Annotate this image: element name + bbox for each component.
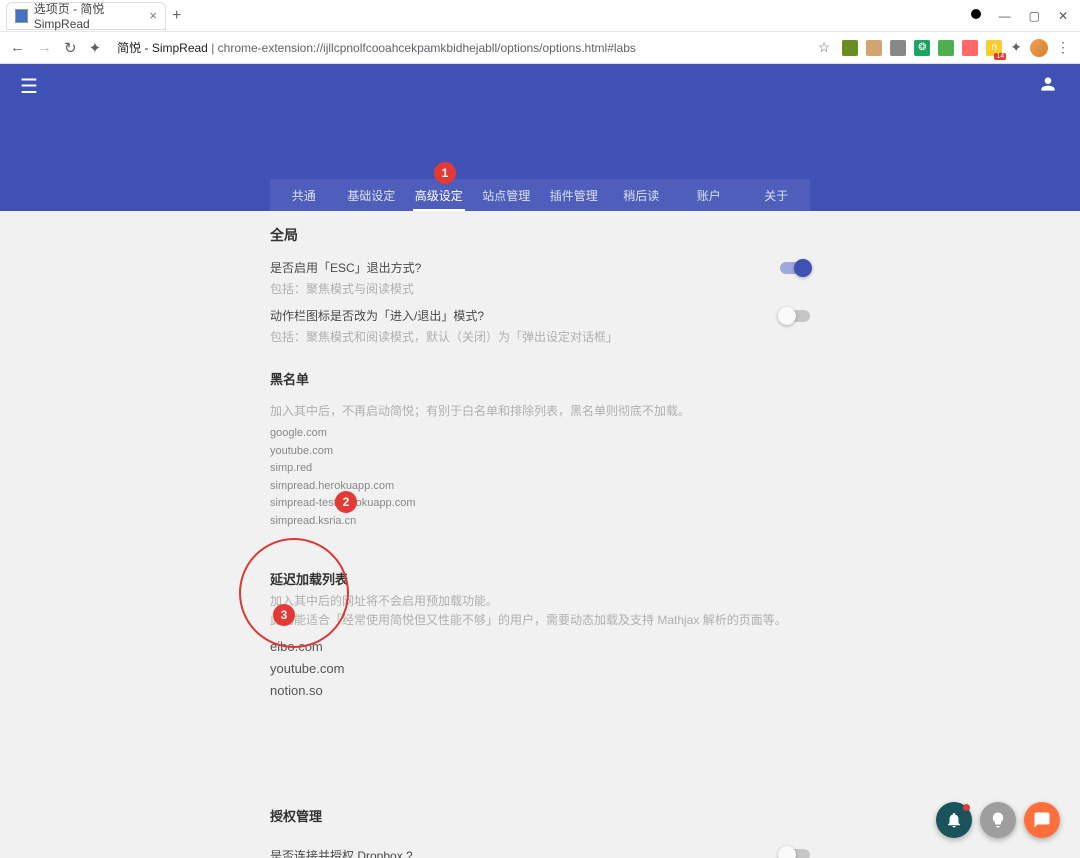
- new-tab-button[interactable]: +: [172, 7, 181, 25]
- back-icon[interactable]: ←: [10, 39, 25, 56]
- favicon: [15, 9, 28, 23]
- cast-icon[interactable]: [971, 9, 981, 19]
- close-window-icon[interactable]: ✕: [1058, 9, 1068, 23]
- settings-tabs: 共通 基础设定 高级设定 站点管理 插件管理 稍后读 账户 关于: [270, 179, 810, 211]
- lazy-desc2: 此功能适合「经常使用简悦但又性能不够」的用户，需要动态加载及支持 Mathjax…: [270, 611, 810, 628]
- extension-lock-icon: ✦: [89, 39, 102, 57]
- extensions-puzzle-icon[interactable]: ✦: [1010, 39, 1022, 56]
- fab-chat[interactable]: [1024, 802, 1060, 838]
- blacklist-textarea[interactable]: google.com youtube.com simp.red simpread…: [270, 425, 810, 531]
- tab-title: 选项页 - 简悦 SimpRead: [34, 0, 150, 31]
- ext-icon-4[interactable]: ❂: [914, 40, 930, 56]
- actionbar-desc: 包括：聚焦模式和阅读模式，默认（关闭）为「弹出设定对话框」: [270, 328, 810, 345]
- auth-title: 授权管理: [270, 806, 810, 825]
- content-area: 全局 是否启用「ESC」退出方式? 包括：聚焦模式与阅读模式 动作栏图标是否改为…: [0, 211, 1080, 858]
- settings-panel: 全局 是否启用「ESC」退出方式? 包括：聚焦模式与阅读模式 动作栏图标是否改为…: [270, 211, 810, 858]
- esc-desc: 包括：聚焦模式与阅读模式: [270, 280, 810, 297]
- callout-3: 3: [273, 604, 295, 626]
- section-global-title: 全局: [270, 225, 810, 245]
- ext-icon-3[interactable]: [890, 40, 906, 56]
- fab-notify[interactable]: [936, 802, 972, 838]
- tab-advanced[interactable]: 高级设定: [405, 179, 473, 211]
- close-tab-icon[interactable]: ×: [149, 8, 157, 23]
- tab-plugins[interactable]: 插件管理: [540, 179, 608, 211]
- url-field[interactable]: 简悦 - SimpRead | chrome-extension://ijllc…: [113, 39, 806, 56]
- tab-basic[interactable]: 基础设定: [338, 179, 406, 211]
- window-controls: — ▢ ✕: [971, 9, 1080, 23]
- tab-later[interactable]: 稍后读: [608, 179, 676, 211]
- esc-setting: 是否启用「ESC」退出方式? 包括：聚焦模式与阅读模式 动作栏图标是否改为「进入…: [270, 259, 810, 345]
- tab-common[interactable]: 共通: [270, 179, 338, 211]
- fab-help[interactable]: [980, 802, 1016, 838]
- ext-icon-1[interactable]: [842, 40, 858, 56]
- actionbar-label: 动作栏图标是否改为「进入/退出」模式?: [270, 307, 484, 324]
- ext-icon-6[interactable]: [962, 40, 978, 56]
- blacklist-title: 黑名单: [270, 369, 810, 388]
- browser-tab[interactable]: 选项页 - 简悦 SimpRead ×: [6, 2, 166, 30]
- blacklist-desc: 加入其中后，不再启动简悦；有别于白名单和排除列表，黑名单则彻底不加载。: [270, 402, 810, 419]
- callout-2: 2: [335, 491, 357, 513]
- browser-address-bar: ← → ↻ ✦ 简悦 - SimpRead | chrome-extension…: [0, 32, 1080, 64]
- menu-icon[interactable]: ☰: [20, 74, 38, 99]
- app-header: ☰ 共通 基础设定 高级设定 站点管理 插件管理 稍后读 账户 关于: [0, 64, 1080, 211]
- bookmark-icon[interactable]: ☆: [818, 39, 831, 56]
- lazy-textarea[interactable]: eibo.com youtube.com notion.so: [270, 636, 810, 772]
- dropbox-toggle[interactable]: [780, 849, 810, 858]
- auth-dropbox: 是否连接并授权 Dropbox ?: [270, 847, 413, 858]
- minimize-icon[interactable]: —: [999, 9, 1011, 23]
- browser-menu-icon[interactable]: ⋮: [1056, 39, 1070, 56]
- profile-avatar[interactable]: [1030, 39, 1048, 57]
- esc-label: 是否启用「ESC」退出方式?: [270, 259, 421, 276]
- reload-icon[interactable]: ↻: [64, 39, 77, 57]
- tab-account[interactable]: 账户: [675, 179, 743, 211]
- ext-icon-2[interactable]: [866, 40, 882, 56]
- lazy-section: 延迟加载列表 加入其中后的网址将不会启用预加载功能。 此功能适合「经常使用简悦但…: [270, 569, 810, 772]
- lazy-desc1: 加入其中后的网址将不会启用预加载功能。: [270, 592, 810, 609]
- tab-about[interactable]: 关于: [743, 179, 811, 211]
- browser-titlebar: 选项页 - 简悦 SimpRead × + — ▢ ✕: [0, 0, 1080, 32]
- notify-dot: [963, 804, 970, 811]
- callout-1: 1: [434, 162, 456, 184]
- ext-icon-notify[interactable]: n: [986, 40, 1002, 56]
- maximize-icon[interactable]: ▢: [1029, 9, 1040, 23]
- auth-section: 授权管理 是否连接并授权 Dropbox ? 是否连接并授权 Pocket ? …: [270, 806, 810, 858]
- esc-toggle[interactable]: [780, 262, 810, 274]
- extension-icons: ❂ n ✦ ⋮: [842, 39, 1070, 57]
- ext-icon-5[interactable]: [938, 40, 954, 56]
- user-icon[interactable]: [1038, 74, 1058, 99]
- forward-icon: →: [37, 39, 52, 56]
- actionbar-toggle[interactable]: [780, 310, 810, 322]
- circle-annotation: [239, 538, 349, 648]
- tab-sites[interactable]: 站点管理: [473, 179, 541, 211]
